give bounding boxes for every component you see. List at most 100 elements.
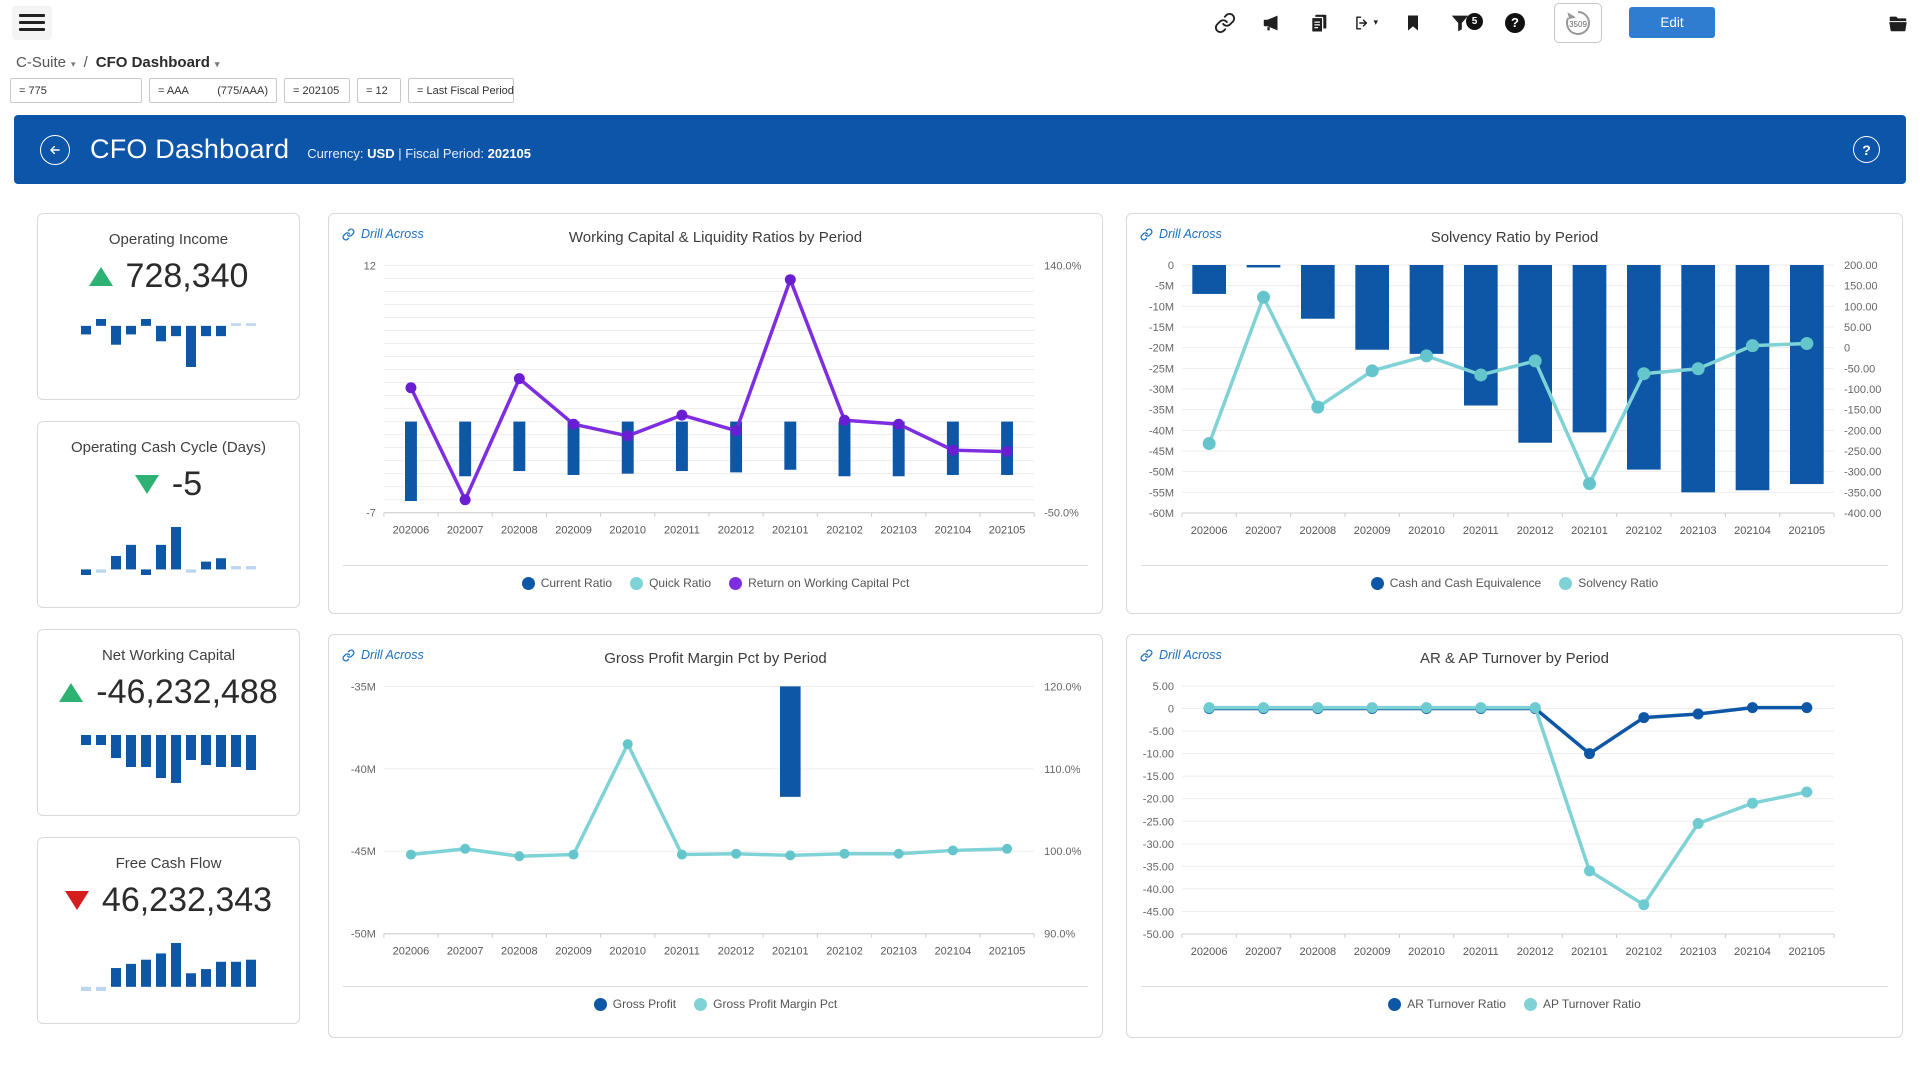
svg-text:202102: 202102 xyxy=(826,946,863,958)
trend-down-icon xyxy=(135,475,159,494)
svg-text:-35M: -35M xyxy=(1149,405,1174,417)
solvency-ratio-plot[interactable]: 0-5M-10M-15M-20M-25M-30M-35M-40M-45M-50M… xyxy=(1127,255,1902,562)
link-icon xyxy=(1140,228,1153,241)
svg-text:-45M: -45M xyxy=(351,846,376,858)
working-capital-liquidity-plot[interactable]: 12-7140.0%-50.0%202006202007202008202009… xyxy=(329,255,1102,562)
dashboard-header: CFO Dashboard Currency: USD | Fiscal Per… xyxy=(14,115,1906,184)
legend-item[interactable]: AR Turnover Ratio xyxy=(1388,997,1506,1011)
drill-across-link[interactable]: Drill Across xyxy=(1140,648,1222,662)
svg-text:-40M: -40M xyxy=(1149,425,1174,437)
drill-across-link[interactable]: Drill Across xyxy=(1140,227,1222,241)
kpi-card-operating-cash-cycle: Operating Cash Cycle (Days) -5 xyxy=(37,421,300,608)
help-icon[interactable]: ? xyxy=(1503,11,1527,35)
kpi-value: 728,340 xyxy=(126,257,249,296)
legend-dot xyxy=(1388,998,1401,1011)
export-icon[interactable]: ▾ xyxy=(1354,11,1378,35)
chart-title: Working Capital & Liquidity Ratios by Pe… xyxy=(329,229,1102,246)
legend-item[interactable]: AP Turnover Ratio xyxy=(1524,997,1641,1011)
hamburger-menu-icon[interactable] xyxy=(12,6,52,40)
header-subtitle: Currency: USD | Fiscal Period: 202105 xyxy=(307,146,531,161)
export-caret-icon: ▾ xyxy=(1373,17,1378,28)
chart-title: Solvency Ratio by Period xyxy=(1127,229,1902,246)
legend-item[interactable]: Quick Ratio xyxy=(630,576,711,590)
folder-icon[interactable] xyxy=(1886,11,1910,35)
arrow-left-icon xyxy=(47,142,63,158)
svg-text:202101: 202101 xyxy=(1571,946,1608,958)
dashboard-body: Operating Income 728,340 Operating Cash … xyxy=(0,184,1920,1038)
svg-text:202012: 202012 xyxy=(718,946,755,958)
svg-text:-55M: -55M xyxy=(1149,487,1174,499)
svg-text:-60M: -60M xyxy=(1149,508,1174,520)
copy-pages-icon[interactable] xyxy=(1307,11,1331,35)
ar-ap-turnover-plot[interactable]: 5.000-5.00-10.00-15.00-20.00-25.00-30.00… xyxy=(1127,676,1902,983)
filter-chip[interactable]: = 202105 xyxy=(284,78,350,103)
svg-text:150.00: 150.00 xyxy=(1844,281,1878,293)
share-link-icon[interactable] xyxy=(1213,11,1237,35)
svg-text:202008: 202008 xyxy=(501,525,538,537)
svg-text:202007: 202007 xyxy=(1245,525,1282,537)
fiscal-period-value: 202105 xyxy=(488,146,531,161)
svg-text:202010: 202010 xyxy=(609,525,646,537)
filter-chip[interactable]: = 12 xyxy=(357,78,401,103)
edit-button[interactable]: Edit xyxy=(1629,7,1715,38)
svg-text:-10M: -10M xyxy=(1149,301,1174,313)
filter-icon[interactable]: 5 xyxy=(1448,11,1472,35)
kpi-value: 46,232,343 xyxy=(102,881,272,920)
svg-text:202008: 202008 xyxy=(1299,525,1336,537)
legend-item[interactable]: Return on Working Capital Pct xyxy=(729,576,909,590)
legend-dot xyxy=(522,577,535,590)
drill-across-link[interactable]: Drill Across xyxy=(342,227,424,241)
trend-up-icon xyxy=(59,683,83,702)
kpi-value: -5 xyxy=(172,465,202,504)
breadcrumb-root-dropdown[interactable]: C-Suite▾ xyxy=(16,54,76,71)
gross-profit-margin-plot[interactable]: -35M-40M-45M-50M120.0%110.0%100.0%90.0%2… xyxy=(329,676,1102,983)
svg-text:0: 0 xyxy=(1844,343,1850,355)
filter-chip[interactable]: = AAA(775/AAA) xyxy=(149,78,277,103)
legend-item[interactable]: Gross Profit Margin Pct xyxy=(694,997,837,1011)
svg-text:-7: -7 xyxy=(366,508,376,520)
legend-item[interactable]: Cash and Cash Equivalence xyxy=(1371,576,1541,590)
legend-divider xyxy=(1141,565,1888,566)
filter-count-badge: 5 xyxy=(1466,13,1483,30)
svg-text:202105: 202105 xyxy=(1788,525,1825,537)
legend-item[interactable]: Current Ratio xyxy=(522,576,612,590)
header-help-button[interactable]: ? xyxy=(1853,136,1880,163)
kpi-card-net-working-capital: Net Working Capital -46,232,488 xyxy=(37,629,300,816)
svg-text:202011: 202011 xyxy=(1463,946,1499,958)
drill-across-link[interactable]: Drill Across xyxy=(342,648,424,662)
back-button[interactable] xyxy=(40,135,70,165)
svg-text:-25.00: -25.00 xyxy=(1143,816,1174,828)
svg-text:-50.00: -50.00 xyxy=(1844,363,1875,375)
link-icon xyxy=(342,649,355,662)
svg-text:-45.00: -45.00 xyxy=(1143,906,1174,918)
bookmark-icon[interactable] xyxy=(1401,11,1425,35)
chart-legend: Gross Profit Gross Profit Margin Pct xyxy=(329,997,1102,1011)
filter-chip[interactable]: = Last Fiscal Period xyxy=(408,78,514,103)
svg-text:202011: 202011 xyxy=(664,946,700,958)
svg-text:-5M: -5M xyxy=(1155,281,1174,293)
chart-legend: Current Ratio Quick Ratio Return on Work… xyxy=(329,576,1102,590)
trend-up-icon xyxy=(89,267,113,286)
currency-value: USD xyxy=(367,146,394,161)
breadcrumb-current-dropdown[interactable]: CFO Dashboard▾ xyxy=(96,54,220,71)
svg-text:202007: 202007 xyxy=(447,946,484,958)
legend-item[interactable]: Solvency Ratio xyxy=(1559,576,1658,590)
svg-text:202009: 202009 xyxy=(555,525,592,537)
svg-text:202012: 202012 xyxy=(718,525,755,537)
charts-grid: Drill Across Working Capital & Liquidity… xyxy=(328,213,1903,1038)
chart-title: Gross Profit Margin Pct by Period xyxy=(329,650,1102,667)
legend-divider xyxy=(343,986,1088,987)
auto-refresh-timer-button[interactable]: 3509 xyxy=(1554,3,1602,43)
svg-text:202105: 202105 xyxy=(989,946,1026,958)
filter-chip[interactable]: = 775 xyxy=(10,78,142,103)
svg-text:-45M: -45M xyxy=(1149,446,1174,458)
svg-text:202010: 202010 xyxy=(1408,946,1445,958)
chart-card-ar-ap-turnover: Drill Across AR & AP Turnover by Period … xyxy=(1126,634,1903,1038)
announcement-icon[interactable] xyxy=(1260,11,1284,35)
svg-text:202009: 202009 xyxy=(555,946,592,958)
svg-text:-20.00: -20.00 xyxy=(1143,794,1174,806)
svg-text:202010: 202010 xyxy=(609,946,646,958)
legend-item[interactable]: Gross Profit xyxy=(594,997,676,1011)
svg-text:202007: 202007 xyxy=(1245,946,1282,958)
svg-text:90.0%: 90.0% xyxy=(1044,929,1075,941)
